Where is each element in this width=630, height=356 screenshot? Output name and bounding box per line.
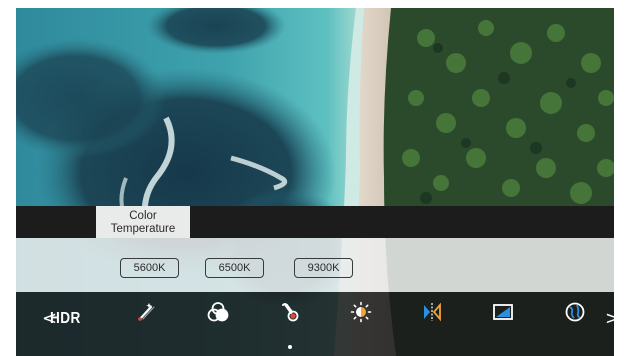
monitor-screen: Color Temperature 5600K 6500K 9300K (16, 8, 614, 356)
tab-color-temperature[interactable]: Color Temperature (96, 206, 190, 238)
color-circles-icon[interactable] (203, 297, 233, 327)
tab-color-temperature-label: Color Temperature (110, 209, 176, 235)
hdr-compare-icon[interactable] (417, 297, 447, 327)
option-6500k-button[interactable]: 6500K (205, 258, 264, 278)
magic-wand-icon[interactable] (131, 297, 161, 327)
brightness-icon[interactable] (346, 297, 376, 327)
thermometer-icon[interactable] (274, 297, 304, 327)
osd-menu-bar (16, 292, 614, 356)
option-5600k-button[interactable]: 5600K (120, 258, 179, 278)
globe-icon[interactable] (560, 297, 590, 327)
option-9300k-button[interactable]: 9300K (294, 258, 353, 278)
hdr-menu-label[interactable]: HDR (50, 310, 81, 328)
color-temperature-options-panel: 5600K 6500K 9300K (16, 238, 614, 292)
active-menu-indicator (288, 345, 292, 349)
picture-icon[interactable] (488, 297, 518, 327)
next-arrow-icon[interactable]: > (605, 308, 620, 329)
